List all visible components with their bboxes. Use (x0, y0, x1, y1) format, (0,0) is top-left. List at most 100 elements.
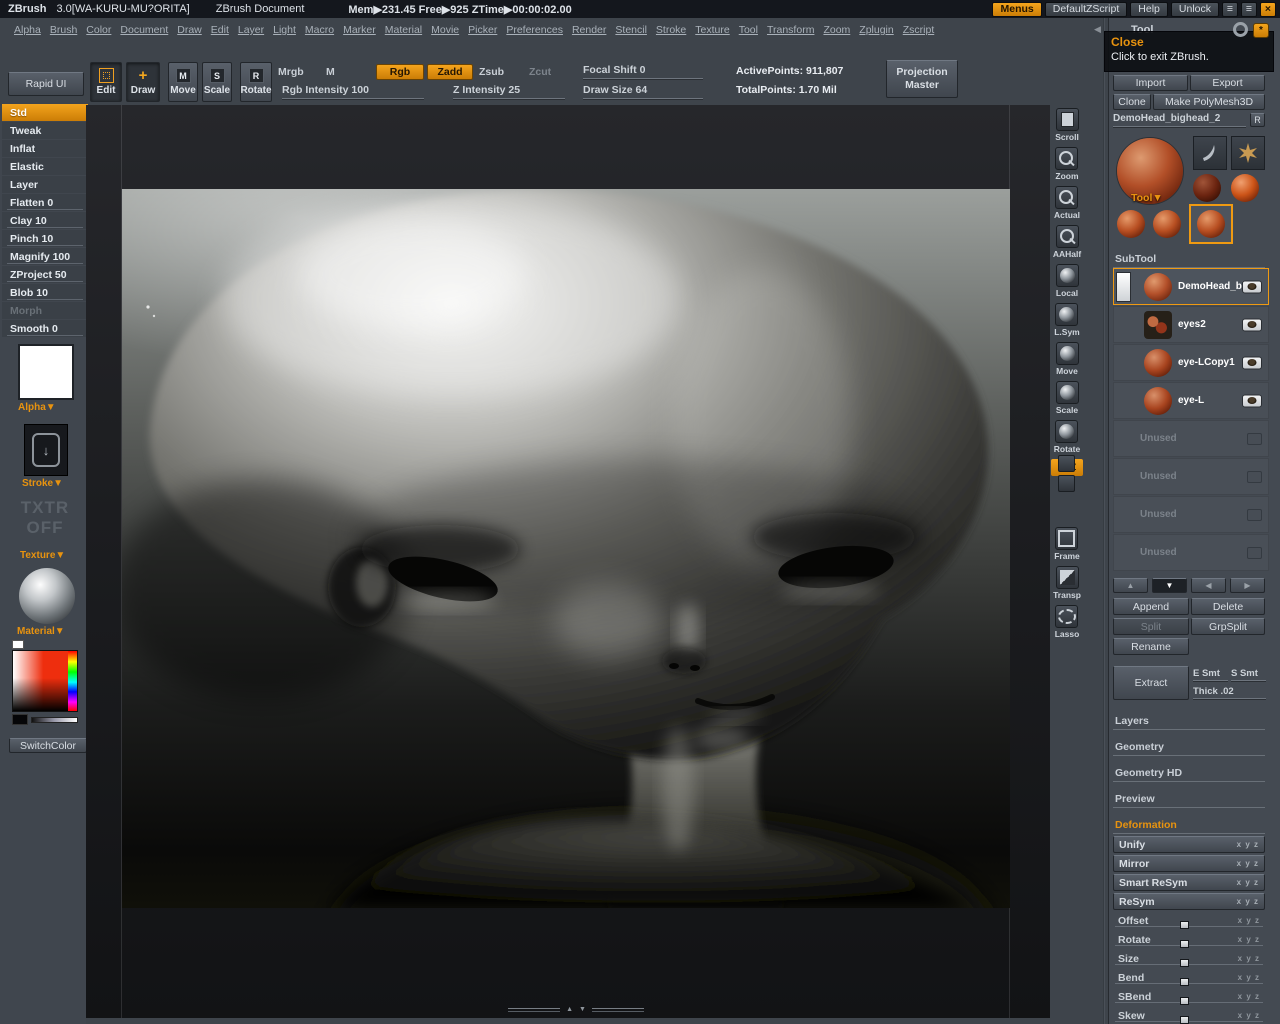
tray-collapse-icon[interactable]: ◀ (1094, 24, 1101, 35)
deformation-slider[interactable]: Rotate x y z (1113, 931, 1265, 948)
focal-shift-slider[interactable]: Focal Shift 0 (583, 64, 703, 79)
viewport[interactable]: ▲ ▼ (86, 105, 1050, 1018)
visibility-eye-icon[interactable] (1242, 356, 1262, 369)
tool-slot-sphere-2[interactable] (1153, 210, 1181, 238)
zbrush-document-canvas[interactable] (122, 189, 1010, 908)
subtool-down-button[interactable]: ▼ (1152, 578, 1187, 593)
tool-slot-sphere-1[interactable] (1117, 210, 1145, 238)
subtool-up-button[interactable]: ▲ (1113, 578, 1148, 593)
axes-toggle[interactable]: x y z (1238, 916, 1260, 925)
split-button[interactable]: Split (1113, 618, 1189, 635)
canvas-tool[interactable]: Zoom (1055, 147, 1079, 181)
menu-item[interactable]: Marker (343, 24, 376, 36)
mini-tool-icon-1[interactable] (1058, 455, 1075, 472)
z-intensity-slider[interactable]: Z Intensity 25 (453, 84, 565, 99)
menu-item[interactable]: Macro (305, 24, 334, 36)
subtool-item[interactable]: eye-L (1113, 382, 1269, 419)
visibility-eye-icon[interactable] (1242, 394, 1262, 407)
subtool-item[interactable]: eye-LCopy1 (1113, 344, 1269, 381)
switch-color-button[interactable]: SwitchColor (9, 738, 87, 753)
edit-button[interactable]: Edit (90, 62, 122, 102)
brush-item[interactable]: Morph (2, 302, 88, 319)
deformation-slider[interactable]: SBend x y z (1113, 988, 1265, 1005)
palette-section-header[interactable]: Geometry HD (1113, 766, 1265, 782)
scroll-up-icon[interactable]: ▲ (566, 1006, 573, 1013)
subtool-left-button[interactable]: ◀ (1191, 578, 1226, 593)
append-button[interactable]: Append (1113, 598, 1189, 615)
make-polymesh3d-button[interactable]: Make PolyMesh3D (1153, 94, 1265, 110)
zcut-button[interactable]: Zcut (529, 66, 551, 78)
menu-item[interactable]: Edit (211, 24, 229, 36)
subtool-right-button[interactable]: ▶ (1230, 578, 1265, 593)
brush-item[interactable]: Pinch 10 (2, 230, 88, 247)
brush-item[interactable]: Tweak (2, 122, 88, 139)
canvas-tool[interactable]: Lasso (1055, 605, 1079, 639)
rgb-button[interactable]: Rgb (376, 64, 424, 80)
stroke-thumbnail[interactable]: ↓ (24, 424, 68, 476)
menu-item[interactable]: Zscript (903, 24, 935, 36)
scroll-down-icon[interactable]: ▼ (579, 1006, 586, 1013)
menu-item[interactable]: Color (86, 24, 111, 36)
rename-button[interactable]: Rename (1113, 638, 1189, 655)
menu-item[interactable]: Preferences (506, 24, 563, 36)
panel-circle-icon[interactable] (1233, 22, 1248, 37)
deformation-slider[interactable]: Offset x y z (1113, 912, 1265, 929)
move-button[interactable]: M Move (168, 62, 198, 102)
axes-toggle[interactable]: x y z (1237, 878, 1259, 887)
visibility-eye-icon[interactable] (1242, 318, 1262, 331)
zadd-button[interactable]: Zadd (427, 64, 473, 80)
tool-slot-star[interactable] (1231, 136, 1265, 170)
projection-master-button[interactable]: Projection Master (886, 60, 958, 98)
tool-slot-brush[interactable] (1193, 136, 1227, 170)
brush-item[interactable]: ZProject 50 (2, 266, 88, 283)
subtool-item[interactable]: Unused (1113, 420, 1269, 457)
deformation-section-header[interactable]: Deformation (1113, 818, 1265, 834)
titlebar-menu-icon-2[interactable]: ≡ (1241, 1, 1257, 17)
unlock-button[interactable]: Unlock (1170, 1, 1219, 17)
rgb-intensity-slider[interactable]: Rgb Intensity 100 (282, 84, 424, 99)
close-button[interactable]: × (1260, 1, 1276, 17)
grpsplit-button[interactable]: GrpSplit (1191, 618, 1265, 635)
draw-size-slider[interactable]: Draw Size 64 (583, 84, 703, 99)
canvas-tool[interactable]: Move (1055, 342, 1079, 376)
deformation-button[interactable]: Mirror x y z (1113, 855, 1265, 872)
hue-bar[interactable] (68, 651, 77, 711)
rotate-button[interactable]: R Rotate (240, 62, 272, 102)
menu-item[interactable]: Render (572, 24, 606, 36)
menu-item[interactable]: Stroke (656, 24, 686, 36)
tool-name-field[interactable]: DemoHead_bighead_2 (1113, 113, 1246, 127)
menu-item[interactable]: Alpha (14, 24, 41, 36)
axes-toggle[interactable]: x y z (1238, 992, 1260, 1001)
menu-item[interactable]: Zplugin (859, 24, 893, 36)
axes-toggle[interactable]: x y z (1238, 954, 1260, 963)
menu-item[interactable]: Tool (739, 24, 758, 36)
color-picker[interactable] (12, 650, 78, 712)
canvas-tool[interactable]: Scale (1055, 381, 1079, 415)
zsub-button[interactable]: Zsub (479, 66, 504, 78)
brush-item[interactable]: Smooth 0 (2, 320, 88, 337)
alpha-palette-label[interactable]: Alpha▼ (18, 402, 56, 413)
axes-toggle[interactable]: x y z (1238, 1011, 1260, 1020)
menu-item[interactable]: Texture (695, 24, 729, 36)
scale-button[interactable]: S Scale (202, 62, 232, 102)
brush-item[interactable]: Std (2, 104, 88, 121)
export-button[interactable]: Export (1190, 75, 1265, 91)
brush-item[interactable]: Magnify 100 (2, 248, 88, 265)
panel-orange-icon[interactable]: * (1253, 23, 1269, 38)
import-button[interactable]: Import (1113, 75, 1188, 91)
mini-tool-icon-2[interactable] (1058, 475, 1075, 492)
canvas-tool[interactable]: AAHalf (1053, 225, 1081, 259)
subtool-item[interactable]: Unused (1113, 496, 1269, 533)
brush-item[interactable]: Layer (2, 176, 88, 193)
deformation-slider[interactable]: Size x y z (1113, 950, 1265, 967)
extract-button[interactable]: Extract (1113, 666, 1189, 700)
subtool-item[interactable]: eyes2 (1113, 306, 1269, 343)
menu-item[interactable]: Stencil (615, 24, 647, 36)
menu-item[interactable]: Transform (767, 24, 814, 36)
tool-dropdown-label[interactable]: Tool▼ (1131, 192, 1163, 204)
help-button[interactable]: Help (1130, 1, 1168, 17)
brush-item[interactable]: Flatten 0 (2, 194, 88, 211)
canvas-tool[interactable]: Frame (1054, 527, 1080, 561)
axes-toggle[interactable]: x y z (1237, 840, 1259, 849)
secondary-color-swatch[interactable] (12, 640, 24, 649)
